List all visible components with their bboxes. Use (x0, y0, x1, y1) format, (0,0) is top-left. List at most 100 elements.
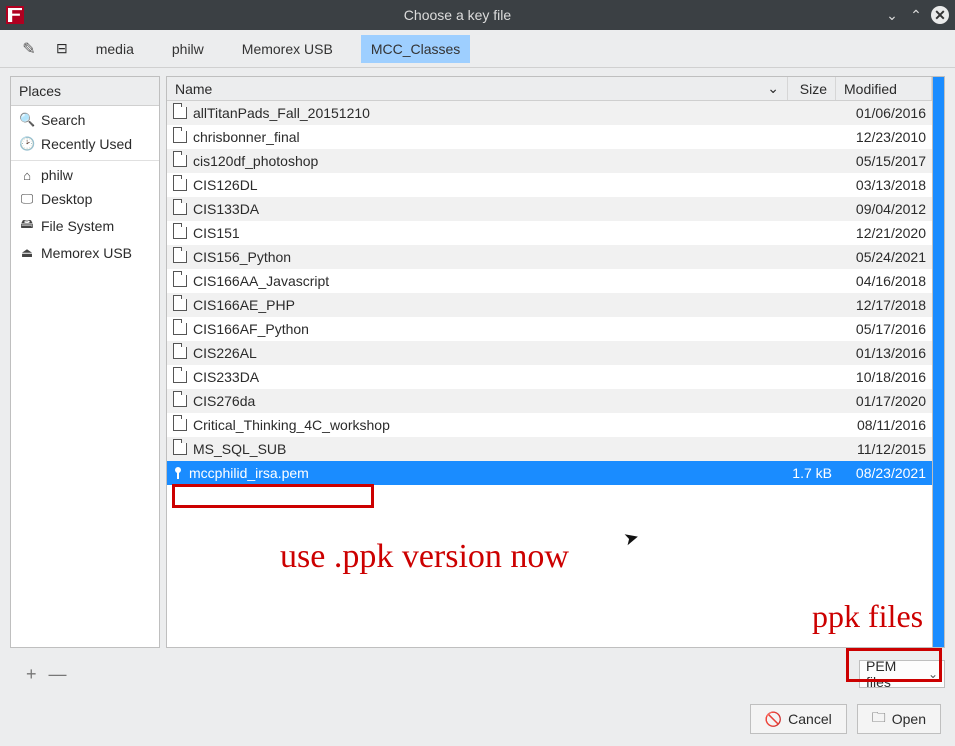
desktop-icon: 🖵 (19, 191, 35, 207)
file-row[interactable]: Critical_Thinking_4C_workshop08/11/2016 (167, 413, 932, 437)
folder-icon (173, 179, 187, 191)
open-button[interactable]: 🗀 Open (857, 704, 941, 734)
file-modified: 01/13/2016 (836, 345, 932, 361)
file-modified: 05/15/2017 (836, 153, 932, 169)
file-type-filter[interactable]: PEM files ⌄ (859, 660, 945, 688)
usb-icon: ⏏ (19, 245, 35, 261)
file-row[interactable]: CIS166AF_Python 05/17/2016 (167, 317, 932, 341)
recent-icon: 🕑 (19, 136, 35, 152)
folder-icon (173, 299, 187, 311)
places-item[interactable]: ⌂philw (11, 160, 159, 187)
file-modified: 10/18/2016 (836, 369, 932, 385)
crumb-mcc-classes[interactable]: MCC_Classes (361, 35, 470, 63)
column-header-name[interactable]: Name ⌄ (167, 77, 788, 100)
folder-icon (173, 395, 187, 407)
file-name: CIS166AA_Javascript (193, 273, 329, 289)
folder-icon (173, 347, 187, 359)
window-titlebar: Choose a key file ⌄ ⌃ ✕ (0, 0, 955, 30)
file-name: CIS126DL (193, 177, 258, 193)
file-row[interactable]: cis120df_photoshop 05/15/2017 (167, 149, 932, 173)
open-folder-icon: 🗀 (872, 707, 886, 731)
file-name: cis120df_photoshop (193, 153, 318, 169)
folder-icon (173, 275, 187, 287)
places-item-label: File System (41, 218, 114, 234)
filesystem-icon: 🖴 (19, 215, 35, 237)
places-item[interactable]: 🕑 Recently Used (11, 132, 159, 156)
file-row[interactable]: allTitanPads_Fall_20151210 01/06/2016 (167, 101, 932, 125)
minimize-button[interactable]: ⌄ (883, 6, 901, 24)
filter-label: PEM files (866, 658, 924, 690)
folder-icon (173, 107, 187, 119)
file-row[interactable]: CIS226AL01/13/2016 (167, 341, 932, 365)
file-row[interactable]: chrisbonner_final 12/23/2010 (167, 125, 932, 149)
search-icon: 🔍 (19, 112, 35, 128)
file-name: CIS166AE_PHP (193, 297, 295, 313)
file-name: CIS166AF_Python (193, 321, 309, 337)
vertical-scrollbar[interactable] (932, 77, 944, 647)
file-row[interactable]: MS_SQL_SUB 11/12/2015 (167, 437, 932, 461)
places-item-label: Desktop (41, 191, 92, 207)
crumb-media[interactable]: media (86, 35, 144, 63)
file-modified: 12/21/2020 (836, 225, 932, 241)
places-item-label: philw (41, 167, 73, 183)
crumb-memorex[interactable]: Memorex USB (232, 35, 343, 63)
file-modified: 05/17/2016 (836, 321, 932, 337)
disk-icon[interactable]: ⊟ (56, 40, 68, 57)
file-row[interactable]: CIS151 12/21/2020 (167, 221, 932, 245)
annotation-filter-note: ppk files (812, 598, 923, 635)
file-modified: 12/23/2010 (836, 129, 932, 145)
path-bar: ✎ ⊟ media philw Memorex USB MCC_Classes (0, 30, 955, 68)
file-name: chrisbonner_final (193, 129, 300, 145)
folder-icon (173, 323, 187, 335)
column-header-size[interactable]: Size (788, 77, 836, 100)
places-item[interactable]: 🔍 Search (11, 108, 159, 132)
file-name: CIS151 (193, 225, 240, 241)
folder-icon (173, 227, 187, 239)
file-size: 1.7 kB (788, 465, 836, 481)
window-title: Choose a key file (32, 7, 883, 23)
file-row[interactable]: CIS233DA10/18/2016 (167, 365, 932, 389)
places-item-label: Recently Used (41, 136, 132, 152)
column-header-modified[interactable]: Modified (836, 77, 932, 100)
column-label-name: Name (175, 81, 212, 97)
key-file-icon (173, 466, 183, 480)
cancel-button[interactable]: 🚫 Cancel (750, 704, 847, 734)
places-item-label: Memorex USB (41, 245, 132, 261)
folder-icon (173, 443, 187, 455)
file-row[interactable]: CIS133DA09/04/2012 (167, 197, 932, 221)
places-item-label: Search (41, 112, 85, 128)
remove-bookmark-button[interactable]: — (49, 664, 67, 685)
file-modified: 01/17/2020 (836, 393, 932, 409)
places-item[interactable]: ⏏ Memorex USB (11, 241, 159, 265)
cancel-icon: 🚫 (765, 711, 782, 728)
open-label: Open (892, 711, 926, 727)
file-row[interactable]: CIS276da 01/17/2020 (167, 389, 932, 413)
file-name: Critical_Thinking_4C_workshop (193, 417, 390, 433)
annotation-main-note: use .ppk version now (280, 538, 569, 576)
file-modified: 08/23/2021 (836, 465, 932, 481)
file-modified: 11/12/2015 (836, 441, 932, 457)
folder-icon (173, 419, 187, 431)
file-name: MS_SQL_SUB (193, 441, 286, 457)
file-modified: 04/16/2018 (836, 273, 932, 289)
edit-path-icon[interactable]: ✎ (20, 40, 38, 58)
file-row[interactable]: CIS156_Python05/24/2021 (167, 245, 932, 269)
file-modified: 03/13/2018 (836, 177, 932, 193)
file-row[interactable]: CIS126DL 03/13/2018 (167, 173, 932, 197)
close-button[interactable]: ✕ (931, 6, 949, 24)
file-name: CIS276da (193, 393, 255, 409)
file-row[interactable]: CIS166AA_Javascript 04/16/2018 (167, 269, 932, 293)
file-row[interactable]: mccphilid_irsa.pem1.7 kB08/23/2021 (167, 461, 932, 485)
file-row[interactable]: CIS166AE_PHP12/17/2018 (167, 293, 932, 317)
file-modified: 05/24/2021 (836, 249, 932, 265)
crumb-philw[interactable]: philw (162, 35, 214, 63)
sort-indicator-icon: ⌄ (767, 80, 779, 97)
folder-icon (173, 251, 187, 263)
places-item[interactable]: 🖴 File System (11, 211, 159, 241)
file-name: allTitanPads_Fall_20151210 (193, 105, 370, 121)
chevron-down-icon: ⌄ (928, 667, 938, 681)
maximize-button[interactable]: ⌃ (907, 6, 925, 24)
places-item[interactable]: 🖵 Desktop (11, 187, 159, 211)
add-bookmark-button[interactable]: + (26, 664, 37, 685)
file-modified: 01/06/2016 (836, 105, 932, 121)
